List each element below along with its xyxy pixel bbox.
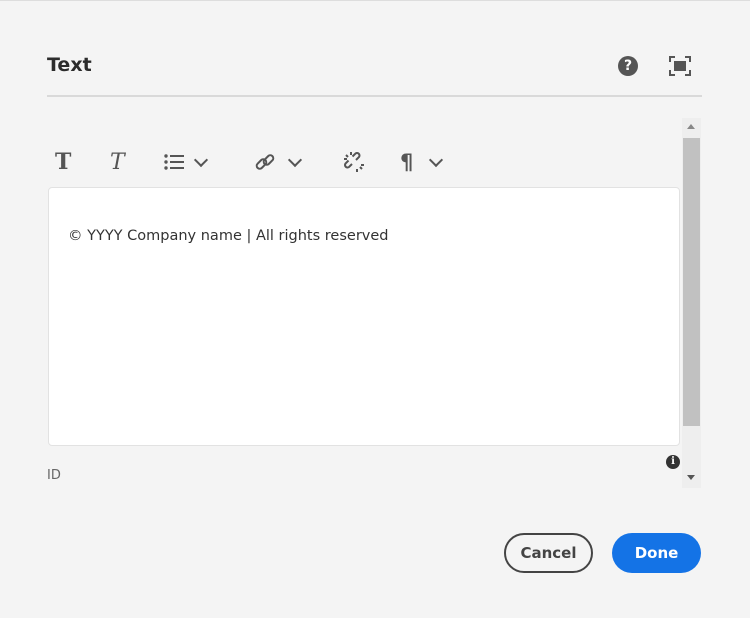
scrollbar[interactable] [682, 118, 701, 488]
italic-icon: T [110, 149, 125, 175]
italic-button[interactable]: T [110, 149, 125, 175]
bold-button[interactable]: T [55, 149, 71, 175]
id-label: ID [47, 468, 61, 483]
scroll-up-icon[interactable] [687, 124, 695, 129]
chevron-down-icon [429, 152, 444, 167]
rich-text-editor[interactable]: © YYYY Company name | All rights reserve… [48, 187, 680, 446]
help-icon[interactable]: ? [618, 56, 638, 76]
fullscreen-icon[interactable] [669, 56, 691, 76]
link-icon [255, 154, 275, 170]
paragraph-dropdown[interactable]: ¶ [400, 149, 444, 175]
list-dropdown[interactable] [164, 149, 209, 175]
list-icon [164, 154, 184, 170]
dialog-title: Text [47, 54, 92, 76]
cancel-button[interactable]: Cancel [504, 533, 593, 573]
done-button[interactable]: Done [612, 533, 701, 573]
bold-icon: T [55, 149, 72, 175]
unlink-icon [344, 152, 364, 172]
chevron-down-icon [193, 152, 209, 167]
link-dropdown[interactable] [254, 149, 303, 175]
info-icon[interactable]: i [666, 455, 680, 469]
editor-content[interactable]: © YYYY Company name | All rights reserve… [68, 228, 389, 244]
scrollbar-thumb[interactable] [683, 138, 700, 426]
paragraph-icon: ¶ [400, 150, 414, 174]
unlink-button[interactable] [343, 149, 365, 175]
chevron-down-icon [287, 152, 303, 167]
scroll-down-icon[interactable] [687, 475, 695, 480]
divider [47, 95, 702, 97]
